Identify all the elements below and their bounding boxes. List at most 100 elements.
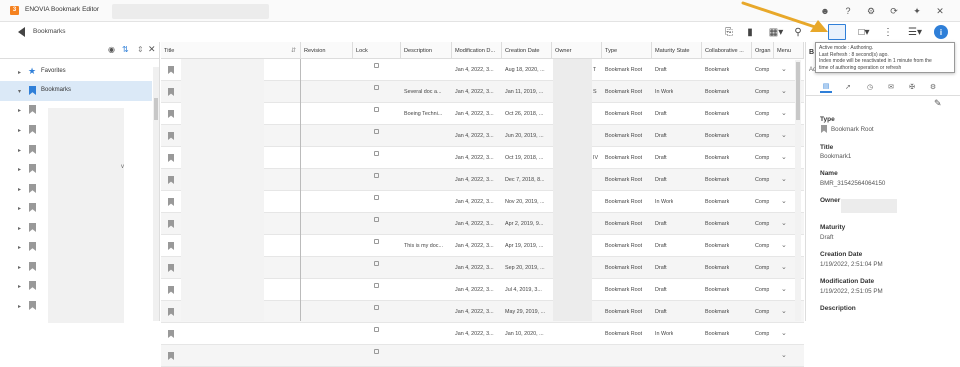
- creation-date-cell: Dec 7, 2018, 8...: [505, 177, 545, 183]
- list-view-icon[interactable]: ☰▾: [903, 25, 927, 39]
- chevron-right-icon[interactable]: ▸: [18, 205, 21, 212]
- authoring-mode-icon[interactable]: [828, 24, 846, 40]
- chevron-down-icon[interactable]: ⌄: [781, 329, 787, 337]
- lock-icon[interactable]: [374, 195, 379, 200]
- bookmark-icon: [29, 125, 36, 134]
- chevron-down-icon[interactable]: ⌄: [781, 109, 787, 117]
- modification-date-cell: Jan 4, 2022, 3...: [455, 221, 494, 227]
- lock-icon[interactable]: [374, 151, 379, 156]
- lock-icon[interactable]: [374, 107, 379, 112]
- column-header-revision[interactable]: Revision: [301, 42, 353, 59]
- tree-item[interactable]: ▸ ★ Favorites: [0, 62, 152, 82]
- chevron-down-icon[interactable]: ⌄: [781, 153, 787, 161]
- chevron-right-icon[interactable]: ▸: [18, 69, 21, 76]
- lock-icon[interactable]: [374, 63, 379, 68]
- column-header-title[interactable]: Title ⇵: [161, 42, 301, 59]
- creation-date-cell: Jan 10, 2020, ...: [505, 331, 544, 337]
- owner-cell: IV: [593, 155, 599, 161]
- chevron-down-icon[interactable]: ⌄: [781, 175, 787, 183]
- refresh-icon[interactable]: ⟳: [887, 4, 901, 18]
- comments-tab-icon[interactable]: ✉: [885, 81, 897, 93]
- column-header-owner[interactable]: Owner: [552, 42, 602, 59]
- chevron-right-icon[interactable]: ▸: [18, 186, 21, 193]
- chevron-right-icon[interactable]: ▸: [18, 147, 21, 154]
- chevron-right-icon[interactable]: ▸: [18, 303, 21, 310]
- chevron-right-icon[interactable]: ▸: [18, 107, 21, 114]
- relations-tab-icon[interactable]: ➚: [842, 81, 854, 93]
- lock-icon[interactable]: [374, 305, 379, 310]
- settings-tab-icon[interactable]: ⚙: [927, 81, 939, 93]
- chevron-right-icon[interactable]: ▸: [18, 244, 21, 251]
- chevron-down-icon[interactable]: ⌄: [781, 131, 787, 139]
- lock-icon[interactable]: [374, 239, 379, 244]
- settings-icon[interactable]: ⚙: [864, 4, 878, 18]
- expand-icon[interactable]: ⇕: [137, 45, 144, 54]
- column-header-collaborative[interactable]: Collaborative ...: [702, 42, 752, 59]
- lock-icon[interactable]: [374, 173, 379, 178]
- collaborative-cell: Bookmark: [705, 265, 730, 271]
- new-bookmark-icon[interactable]: ⎘: [722, 25, 736, 39]
- column-header-organization[interactable]: Organ: [752, 42, 774, 59]
- modification-date-value: 1/19/2022, 2:51:05 PM: [820, 288, 883, 295]
- column-header-menu[interactable]: Menu: [774, 42, 804, 59]
- column-header-maturity-state[interactable]: Maturity State: [652, 42, 702, 59]
- chevron-down-icon[interactable]: ⌄: [781, 307, 787, 315]
- modification-date-cell: Jan 4, 2022, 3...: [455, 243, 494, 249]
- column-header-lock[interactable]: Lock: [353, 42, 401, 59]
- properties-tab-icon[interactable]: ▤: [820, 81, 832, 93]
- chevron-down-icon[interactable]: ⌄: [781, 197, 787, 205]
- tree-item[interactable]: ▾ Bookmarks: [0, 81, 152, 101]
- binoculars-icon[interactable]: ◉: [108, 45, 115, 54]
- lock-icon[interactable]: [374, 283, 379, 288]
- column-header-description[interactable]: Description: [401, 42, 452, 59]
- chevron-right-icon[interactable]: ▸: [18, 127, 21, 134]
- lock-icon[interactable]: [374, 327, 379, 332]
- chevron-down-icon[interactable]: ⌄: [781, 263, 787, 271]
- chevron-right-icon[interactable]: ▸: [18, 166, 21, 173]
- back-arrow-icon[interactable]: [18, 27, 25, 37]
- chevron-down-icon[interactable]: ▾: [18, 88, 21, 95]
- help-icon[interactable]: ?: [841, 4, 855, 18]
- collaborative-cell: Bookmark: [705, 199, 730, 205]
- maturity-cell: Draft: [655, 309, 667, 315]
- chevron-down-icon[interactable]: ⌄: [781, 219, 787, 227]
- chevron-down-icon[interactable]: ⌄: [781, 241, 787, 249]
- history-tab-icon[interactable]: ◷: [864, 81, 876, 93]
- sort-icon[interactable]: ⇵: [291, 47, 296, 54]
- pin-icon[interactable]: ✦: [910, 4, 924, 18]
- redacted-area: [553, 59, 592, 321]
- lock-icon[interactable]: [374, 217, 379, 222]
- lock-icon[interactable]: [374, 85, 379, 90]
- close-icon[interactable]: ✕: [933, 4, 947, 18]
- info-icon[interactable]: i: [934, 25, 948, 39]
- column-header-modification-date[interactable]: Modification D...: [452, 42, 502, 59]
- chevron-right-icon[interactable]: ▸: [18, 225, 21, 232]
- lock-icon[interactable]: [374, 129, 379, 134]
- bookmark-icon: [29, 242, 36, 251]
- chevron-down-icon[interactable]: ⌄: [781, 65, 787, 73]
- chevron-right-icon[interactable]: ▸: [18, 264, 21, 271]
- creation-date-cell: Jan 11, 2019, ...: [505, 89, 544, 95]
- chevron-right-icon[interactable]: ▸: [18, 283, 21, 290]
- description-label: Description: [820, 305, 856, 312]
- table-row[interactable]: ⌄: [161, 345, 804, 367]
- lock-icon[interactable]: [374, 349, 379, 354]
- filter-icon[interactable]: ⇅: [122, 45, 129, 54]
- tooltip-line: Index mode will be reactivated in 1 minu…: [819, 58, 932, 64]
- breadcrumb[interactable]: Bookmarks: [33, 28, 66, 35]
- view-icon[interactable]: □▾: [854, 25, 874, 39]
- network-tab-icon[interactable]: ✠: [906, 81, 918, 93]
- column-header-creation-date[interactable]: Creation Date: [502, 42, 552, 59]
- column-header-type[interactable]: Type: [602, 42, 652, 59]
- bookmark-icon: [168, 110, 174, 118]
- tree-scrollbar-thumb[interactable]: [154, 98, 158, 120]
- edit-icon[interactable]: ✎: [934, 98, 942, 109]
- lock-icon[interactable]: [374, 261, 379, 266]
- chevron-down-icon[interactable]: ⌄: [781, 351, 787, 359]
- table-row[interactable]: Jan 4, 2022, 3... Jan 10, 2020, ... Bookma…: [161, 323, 804, 345]
- more-icon[interactable]: ⋮: [883, 25, 893, 39]
- grid-scrollbar-thumb[interactable]: [796, 62, 800, 120]
- close-icon[interactable]: ✕: [148, 44, 156, 55]
- chevron-down-icon[interactable]: ⌄: [781, 285, 787, 293]
- chevron-down-icon[interactable]: ⌄: [781, 87, 787, 95]
